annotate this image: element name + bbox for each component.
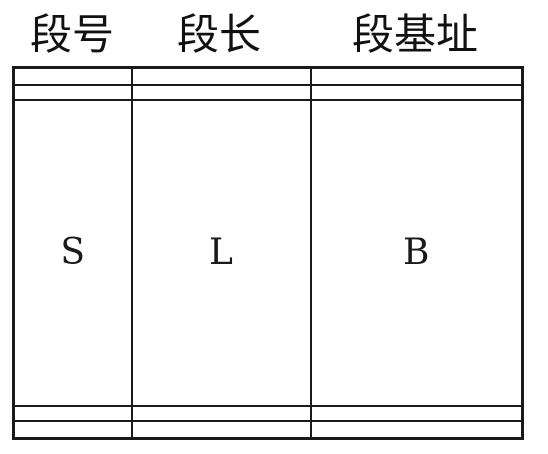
segment-base-cell: B [309,98,524,408]
table-cell [309,66,524,87]
header-segment-base-address: 段基址 [351,10,478,59]
table-row [12,419,524,440]
segment-number-cell: S [12,98,133,408]
table-cell [130,66,312,87]
table-cell [309,84,524,101]
table-row [12,66,524,87]
table-row [12,405,524,422]
table-row [12,84,524,101]
table-row: S L B [12,98,524,408]
table-cell [309,419,524,440]
table-cell [309,405,524,422]
header-segment-length: 段长 [176,10,261,59]
table-cell [12,84,133,101]
segment-length-cell: L [130,98,312,408]
table-cell [130,419,312,440]
segment-table: S L B [12,66,524,440]
table-cell [12,66,133,87]
table-cell [12,405,133,422]
table-cell [130,405,312,422]
table-cell [130,84,312,101]
header-segment-number: 段号 [29,10,114,59]
table-cell [12,419,133,440]
